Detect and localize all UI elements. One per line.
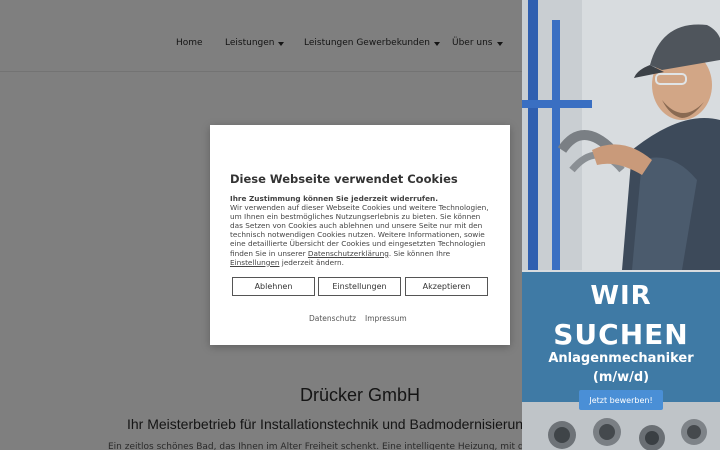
apply-button[interactable]: Jetzt bewerben! [579, 390, 663, 410]
settings-button[interactable]: Einstellungen [318, 277, 401, 296]
cookie-dialog-text: Ihre Zustimmung können Sie jederzeit wid… [230, 194, 492, 267]
decline-button[interactable]: Ablehnen [232, 277, 315, 296]
accept-button[interactable]: Akzeptieren [405, 277, 488, 296]
ad-job-title: Anlagenmechaniker [548, 351, 694, 366]
imprint-link[interactable]: Impressum [365, 314, 407, 323]
privacy-policy-link[interactable]: Datenschutzerklärung [308, 249, 389, 258]
ad-headline-line1: WIR [590, 281, 652, 311]
ad-gender-note: (m/w/d) [592, 370, 650, 385]
cookie-dialog-title: Diese Webseite verwendet Cookies [230, 172, 458, 186]
settings-link[interactable]: Einstellungen [230, 258, 279, 267]
cookie-dialog: Diese Webseite verwendet Cookies Ihre Zu… [210, 125, 510, 345]
cookie-body-part2: . Sie können Ihre [388, 248, 451, 258]
privacy-link[interactable]: Datenschutz [309, 314, 356, 323]
job-ad-panel[interactable]: WIR SUCHEN Anlagenmechaniker (m/w/d) Jet… [522, 0, 720, 450]
cookie-body-part3: jederzeit ändern. [279, 257, 344, 267]
cookie-lead: Ihre Zustimmung können Sie jederzeit wid… [230, 194, 439, 203]
ad-headline-line2: SUCHEN [553, 318, 689, 351]
